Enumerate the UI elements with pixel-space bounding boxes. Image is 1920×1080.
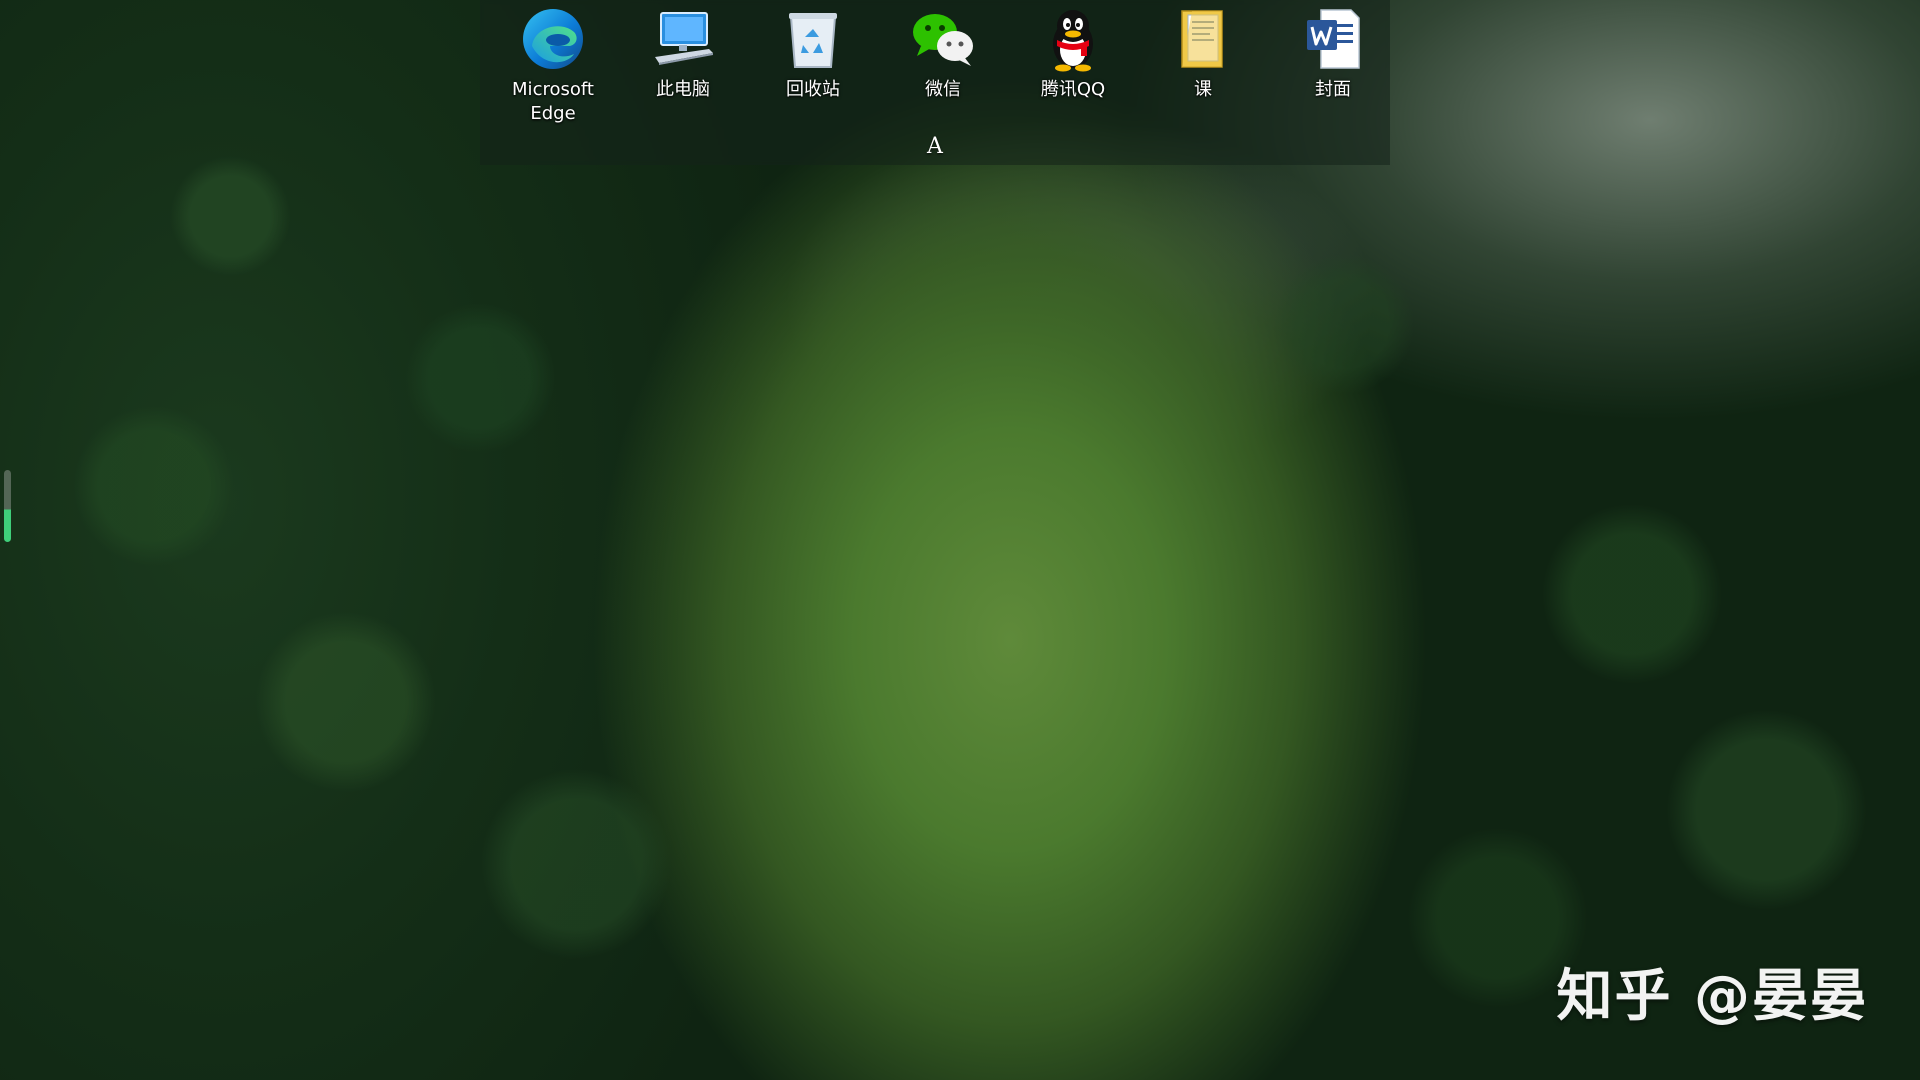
desktop-icon-label: 此电脑 — [656, 79, 710, 100]
desktop-icon-grid: Microsoft Edge 此电脑 回收站 微信 腾讯QQ 课 封面 — [488, 4, 1398, 128]
desktop-icon-recycle-bin[interactable]: 回收站 — [748, 4, 878, 128]
edge-scroll-handle[interactable] — [4, 470, 11, 542]
desktop-icon-folder-ke[interactable]: 课 — [1138, 4, 1268, 128]
desktop-icon-label: 课 — [1194, 79, 1212, 100]
desktop-wallpaper[interactable]: Microsoft Edge 此电脑 回收站 微信 腾讯QQ 课 封面 A 知乎… — [0, 0, 1920, 1080]
folder-icon — [1168, 4, 1238, 74]
desktop-icon-qq[interactable]: 腾讯QQ — [1008, 4, 1138, 128]
desktop-icon-wechat[interactable]: 微信 — [878, 4, 1008, 128]
desktop-icon-label: 封面 — [1315, 79, 1351, 100]
recycle-bin-icon — [778, 4, 848, 74]
desktop-icon-this-pc[interactable]: 此电脑 — [618, 4, 748, 128]
wechat-icon — [908, 4, 978, 74]
desktop-icon-edge[interactable]: Microsoft Edge — [488, 4, 618, 128]
desktop-icon-label: Microsoft Edge — [512, 79, 594, 124]
edge-icon — [518, 4, 588, 74]
desktop-icon-label: 微信 — [925, 79, 961, 100]
this-pc-icon — [648, 4, 718, 74]
desktop-icon-label: 腾讯QQ — [1040, 79, 1106, 100]
panel-letter: A — [927, 134, 943, 159]
word-document-icon — [1298, 4, 1368, 74]
zhihu-watermark: 知乎 @晏晏 — [1556, 964, 1868, 1029]
qq-icon — [1038, 4, 1108, 74]
desktop-icon-label: 回收站 — [786, 79, 840, 100]
desktop-icon-word-cover[interactable]: 封面 — [1268, 4, 1398, 128]
